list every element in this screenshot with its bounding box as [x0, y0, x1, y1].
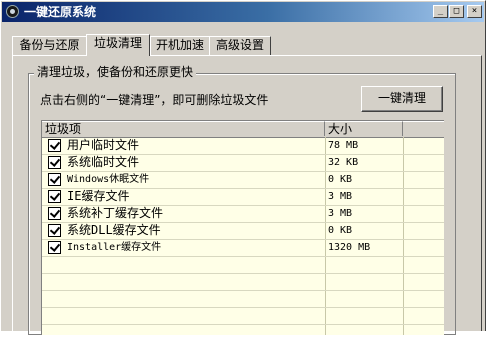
row-checkbox[interactable] [48, 139, 61, 152]
tab-strip: 备份与还原 垃圾清理 开机加速 高级设置 [12, 34, 482, 56]
row-checkbox[interactable] [48, 224, 61, 237]
list-row[interactable]: Windows休眠文件 0 KB [42, 171, 444, 188]
close-button[interactable]: × [467, 5, 482, 18]
list-row[interactable]: IE缓存文件 3 MB [42, 188, 444, 205]
junk-item-size: 78 MB [328, 140, 359, 151]
junk-item-size: 32 KB [328, 157, 359, 168]
column-header-item[interactable]: 垃圾项 [42, 121, 325, 136]
list-row[interactable]: 系统临时文件 32 KB [42, 154, 444, 171]
minimize-button[interactable]: _ [433, 5, 448, 18]
row-checkbox[interactable] [48, 173, 61, 186]
row-divider [42, 273, 444, 274]
junk-item-name: Windows休眠文件 [67, 174, 150, 185]
list-row[interactable]: 用户临时文件 78 MB [42, 137, 444, 154]
junk-item-size: 3 MB [328, 191, 353, 202]
list-header: 垃圾项 大小 [42, 121, 444, 138]
row-checkbox[interactable] [48, 156, 61, 169]
junk-list[interactable]: 垃圾项 大小 用户临时文件 78 MB 系统临时文件 32 KB Windows… [41, 120, 444, 335]
row-checkbox[interactable] [48, 207, 61, 220]
list-row[interactable]: 系统DLL缓存文件 0 KB [42, 222, 444, 239]
maximize-button[interactable]: □ [449, 5, 464, 18]
junk-item-name: IE缓存文件 [67, 189, 130, 203]
app-icon [6, 5, 19, 18]
row-divider [42, 307, 444, 308]
hint-text: 点击右侧的“一键清理”，即可删除垃圾文件 [40, 93, 269, 107]
row-divider [42, 290, 444, 291]
window-title: 一键还原系统 [24, 5, 97, 19]
groupbox-title: 清理垃圾，使备份和还原更快 [34, 65, 197, 79]
tab-junk-cleanup[interactable]: 垃圾清理 [86, 34, 150, 56]
junk-item-name: 系统补丁缓存文件 [67, 206, 164, 220]
junk-item-size: 1320 MB [328, 242, 371, 253]
junk-item-size: 0 KB [328, 174, 353, 185]
junk-item-size: 3 MB [328, 208, 353, 219]
one-click-clean-button[interactable]: 一键清理 [361, 86, 443, 112]
tab-advanced-settings[interactable]: 高级设置 [209, 36, 271, 55]
title-bar[interactable]: 一键还原系统 _ □ × [2, 2, 484, 22]
junk-item-name: Installer缓存文件 [67, 242, 162, 253]
row-checkbox[interactable] [48, 190, 61, 203]
tab-backup-restore[interactable]: 备份与还原 [12, 36, 87, 55]
column-header-blank [403, 121, 444, 136]
junk-item-name: 用户临时文件 [67, 138, 140, 152]
column-header-size[interactable]: 大小 [325, 121, 403, 136]
row-divider [42, 324, 444, 325]
list-row[interactable]: 系统补丁缓存文件 3 MB [42, 205, 444, 222]
junk-item-size: 0 KB [328, 225, 353, 236]
row-checkbox[interactable] [48, 241, 61, 254]
junk-item-name: 系统临时文件 [67, 155, 140, 169]
junk-item-name: 系统DLL缓存文件 [67, 223, 161, 237]
row-divider [42, 256, 444, 257]
tab-boot-speedup[interactable]: 开机加速 [150, 36, 210, 55]
list-row[interactable]: Installer缓存文件 1320 MB [42, 239, 444, 256]
